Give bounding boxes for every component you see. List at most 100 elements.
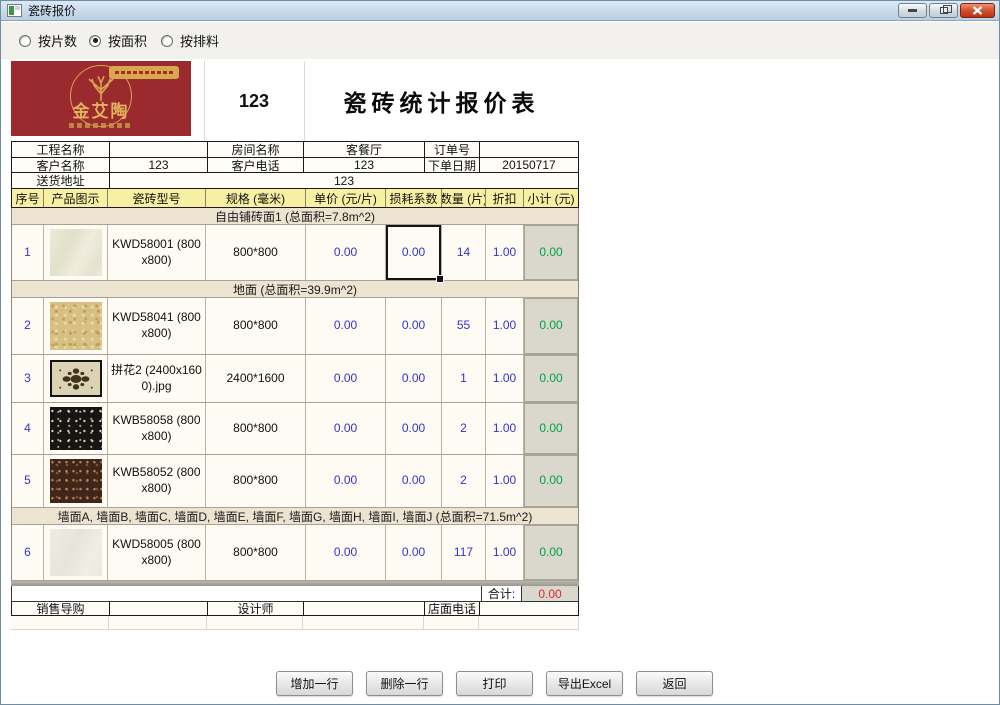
quotation-sheet: 金艾陶 123 瓷砖统计报价表 工程名称 房间名称 客餐厅 订单号 客户名称 1… [11,61,579,630]
unit-price-cell[interactable]: 0.00 [306,355,386,402]
add-row-button[interactable]: 增加一行 [276,671,353,696]
row-no-cell[interactable]: 3 [12,355,44,402]
discount-cell[interactable]: 1.00 [486,298,524,354]
loss-factor-cell[interactable]: 0.00 [386,455,442,507]
store-phone-value[interactable] [480,602,578,615]
store-phone-label: 店面电话 [425,602,480,615]
back-button[interactable]: 返回 [636,671,713,696]
mode-toolbar: 按片数 按面积 按排料 [1,22,999,59]
tile-image-ornament [50,360,102,397]
export-excel-button[interactable]: 导出Excel [546,671,623,696]
loss-factor-cell[interactable]: 0.00 [386,525,442,580]
unit-price-cell[interactable]: 0.00 [306,225,386,280]
order-date-value[interactable]: 20150717 [480,158,578,172]
total-label: 合计: [481,586,521,601]
subtotal-cell[interactable]: 0.00 [524,403,578,454]
model-cell[interactable]: KWD58001 (800x800) [108,225,206,280]
delivery-address-value[interactable]: 123 [110,173,578,188]
unit-price-cell[interactable]: 0.00 [306,403,386,454]
loss-factor-cell[interactable]: 0.00 [386,355,442,402]
delivery-address-label: 送货地址 [12,173,110,188]
total-row: 合计: 0.00 [11,586,579,602]
signature-row: 销售导购 设计师 店面电话 [11,602,579,616]
product-image-cell[interactable] [44,525,108,580]
discount-cell[interactable]: 1.00 [486,225,524,280]
unit-price-cell[interactable]: 0.00 [306,298,386,354]
subtotal-cell[interactable]: 0.00 [524,298,578,354]
minimize-icon [908,9,917,12]
quantity-cell[interactable]: 2 [442,403,486,454]
product-image-cell[interactable] [44,403,108,454]
radio-by-piece[interactable]: 按片数 [19,31,77,50]
col-header-model: 瓷砖型号 [108,189,206,207]
model-cell[interactable]: KWB58052 (800x800) [108,455,206,507]
delete-row-button[interactable]: 删除一行 [366,671,443,696]
subtotal-cell[interactable]: 0.00 [524,225,578,280]
row-no-cell[interactable]: 1 [12,225,44,280]
app-window: 瓷砖报价 按片数 按面积 按排料 [0,0,1000,705]
room-name-value[interactable]: 客餐厅 [304,142,425,157]
subtotal-cell[interactable]: 0.00 [524,525,578,580]
model-cell[interactable]: KWD58005 (800x800) [108,525,206,580]
model-cell[interactable]: KWB58058 (800x800) [108,403,206,454]
spec-cell[interactable]: 800*800 [206,403,306,454]
subtotal-cell[interactable]: 0.00 [524,455,578,507]
spec-cell[interactable]: 2400*1600 [206,355,306,402]
model-cell[interactable]: 拼花2 (2400x1600).jpg [108,355,206,402]
quantity-cell[interactable]: 14 [442,225,486,280]
customer-name-value[interactable]: 123 [110,158,208,172]
row-no-cell[interactable]: 5 [12,455,44,507]
project-name-label: 工程名称 [12,142,110,157]
designer-value[interactable] [304,602,425,615]
col-header-spec: 规格 (毫米) [206,189,306,207]
product-image-cell[interactable] [44,455,108,507]
col-header-subtotal: 小计 (元) [524,189,578,207]
radio-by-layout[interactable]: 按排料 [161,31,219,50]
quantity-cell[interactable]: 2 [442,455,486,507]
tile-image-marble [50,229,102,276]
quantity-cell[interactable]: 55 [442,298,486,354]
discount-cell[interactable]: 1.00 [486,455,524,507]
total-row-spacer [12,586,481,601]
print-button[interactable]: 打印 [456,671,533,696]
loss-factor-cell[interactable]: 0.00 [386,403,442,454]
spec-cell[interactable]: 800*800 [206,525,306,580]
total-value: 0.00 [521,586,578,601]
section-header-free-area: 自由铺砖面1 (总面积=7.8m^2) [12,208,578,225]
close-button[interactable] [960,3,995,18]
quantity-cell[interactable]: 117 [442,525,486,580]
minimize-button[interactable] [898,3,927,18]
sales-label: 销售导购 [12,602,110,615]
product-image-cell[interactable] [44,225,108,280]
table-column-headers: 序号 产品图示 瓷砖型号 规格 (毫米) 单价 (元/片) 损耗系数 数量 (片… [11,189,579,208]
product-image-cell[interactable] [44,298,108,354]
subtotal-cell[interactable]: 0.00 [524,355,578,402]
project-name-value[interactable] [110,142,208,157]
unit-price-cell[interactable]: 0.00 [306,525,386,580]
quantity-cell[interactable]: 1 [442,355,486,402]
restore-button[interactable] [929,3,958,18]
model-cell[interactable]: KWD58041 (800x800) [108,298,206,354]
doc-number[interactable]: 123 [204,87,304,115]
sales-value[interactable] [110,602,208,615]
customer-phone-value[interactable]: 123 [304,158,425,172]
row-no-cell[interactable]: 2 [12,298,44,354]
spec-cell[interactable]: 800*800 [206,298,306,354]
row-no-cell[interactable]: 4 [12,403,44,454]
order-no-label: 订单号 [425,142,480,157]
discount-cell[interactable]: 1.00 [486,355,524,402]
radio-by-area[interactable]: 按面积 [89,31,147,50]
row-no-cell[interactable]: 6 [12,525,44,580]
discount-cell[interactable]: 1.00 [486,403,524,454]
order-no-value[interactable] [480,142,578,157]
col-header-quantity: 数量 (片) [442,189,486,207]
table-row: 2 KWD58041 (800x800) 800*800 0.00 0.00 5… [12,298,578,355]
loss-factor-cell-selected[interactable]: 0.00 [386,225,442,280]
discount-cell[interactable]: 1.00 [486,525,524,580]
tile-image-brown [50,459,102,503]
loss-factor-cell[interactable]: 0.00 [386,298,442,354]
product-image-cell[interactable] [44,355,108,402]
unit-price-cell[interactable]: 0.00 [306,455,386,507]
spec-cell[interactable]: 800*800 [206,455,306,507]
spec-cell[interactable]: 800*800 [206,225,306,280]
